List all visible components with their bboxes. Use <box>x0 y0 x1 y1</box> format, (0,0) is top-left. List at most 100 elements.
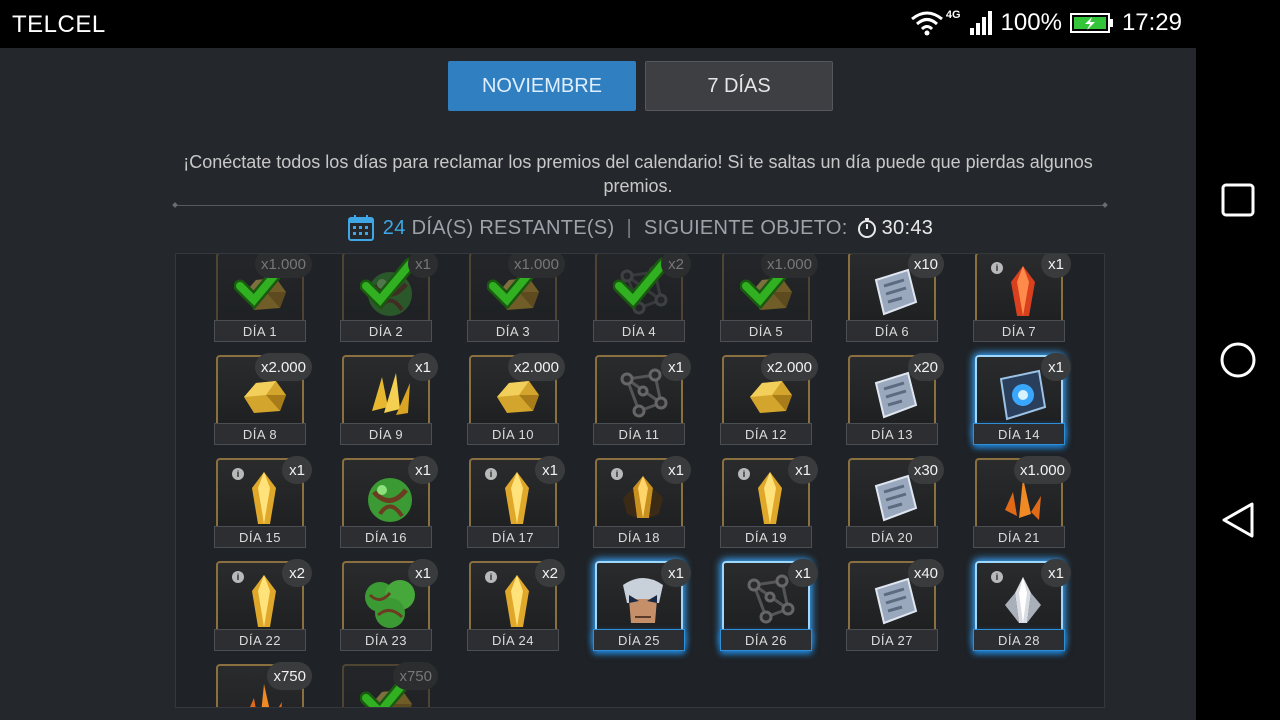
reward-cell-day-23[interactable]: x1 DÍA 23 <box>340 559 438 651</box>
days-remaining-label: DÍA(S) RESTANTE(S) <box>411 216 615 239</box>
reward-cell-day-18[interactable]: i x1 DÍA 18 <box>593 456 691 548</box>
info-icon[interactable]: i <box>611 468 623 480</box>
reward-quantity: x1 <box>788 456 818 484</box>
day-label: DÍA 6 <box>846 320 938 342</box>
reward-cell-day-1[interactable]: x1.000 DÍA 1 <box>214 254 312 342</box>
back-button[interactable] <box>1216 498 1260 542</box>
day-label: DÍA 23 <box>340 629 432 651</box>
info-icon[interactable]: i <box>232 468 244 480</box>
reward-quantity: x1 <box>1041 559 1071 587</box>
reward-cell-day-26[interactable]: x1 DÍA 26 <box>720 559 818 651</box>
silver-crystal-icon <box>995 573 1051 629</box>
day-label: DÍA 13 <box>846 423 938 445</box>
reward-quantity: x1.000 <box>507 254 565 278</box>
reward-quantity: x1 <box>661 559 691 587</box>
clock: 17:29 <box>1121 9 1182 36</box>
reward-cell-day-11[interactable]: x1 DÍA 11 <box>593 353 691 445</box>
reward-cell-day-21[interactable]: x1.000 DÍA 21 <box>973 456 1071 548</box>
reward-cell-day-14[interactable]: x1 DÍA 14 <box>973 353 1071 445</box>
reward-cell-day-2[interactable]: x1 DÍA 2 <box>340 254 438 342</box>
info-icon[interactable]: i <box>738 468 750 480</box>
reward-cell-day-19[interactable]: i x1 DÍA 19 <box>720 456 818 548</box>
day-label: DÍA 5 <box>720 320 812 342</box>
day-label: DÍA 7 <box>973 320 1065 342</box>
tab-7-dias[interactable]: 7 DÍAS <box>645 61 833 111</box>
day-label: DÍA 25 <box>593 629 685 651</box>
day-label: DÍA 4 <box>593 320 685 342</box>
day-label: DÍA 11 <box>593 423 685 445</box>
reward-cell-day-22[interactable]: i x2 DÍA 22 <box>214 559 312 651</box>
reward-cell-day-27[interactable]: x40 DÍA 27 <box>846 559 944 651</box>
reward-cell-day-17[interactable]: i x1 DÍA 17 <box>467 456 565 548</box>
info-icon[interactable]: i <box>991 262 1003 274</box>
back-triangle-icon <box>1222 502 1254 538</box>
carrier-name: TELCEL <box>12 11 106 38</box>
status-icons: 4G 100% 17:29 <box>910 9 1182 37</box>
reward-quantity: x40 <box>907 559 944 587</box>
day-label: DÍA 14 <box>973 423 1065 445</box>
home-button[interactable] <box>1216 338 1260 382</box>
yellow-crystal-icon <box>236 470 292 526</box>
reward-cell-day-15[interactable]: i x1 DÍA 15 <box>214 456 312 548</box>
calendar-tabs: NOVIEMBRE 7 DÍAS <box>448 61 833 111</box>
next-item-label: SIGUIENTE OBJETO: <box>643 216 848 239</box>
stopwatch-icon <box>857 218 876 238</box>
reward-cell-day-30[interactable]: x750 <box>340 662 438 707</box>
reward-quantity: x2.000 <box>507 353 565 381</box>
reward-cell-day-28[interactable]: i x1 DÍA 28 <box>973 559 1071 651</box>
reward-cell-day-4[interactable]: x2 DÍA 4 <box>593 254 691 342</box>
reward-cell-day-6[interactable]: x10 DÍA 6 <box>846 254 944 342</box>
reward-quantity: x20 <box>907 353 944 381</box>
reward-cell-day-16[interactable]: x1 DÍA 16 <box>340 456 438 548</box>
crystal-orb-icon <box>362 470 418 526</box>
day-label: DÍA 28 <box>973 629 1065 651</box>
reward-quantity: x1 <box>408 353 438 381</box>
day-label: DÍA 9 <box>340 423 432 445</box>
calendar-panel: NOVIEMBRE 7 DÍAS ¡Conéctate todos los dí… <box>0 48 1196 720</box>
reward-quantity: x1.000 <box>1013 456 1071 484</box>
day-label: DÍA 22 <box>214 629 306 651</box>
red-crystal-icon <box>995 264 1051 320</box>
next-item-timer: 30:43 <box>881 216 934 239</box>
reward-cell-day-20[interactable]: x30 DÍA 20 <box>846 456 944 548</box>
reward-cell-day-5[interactable]: x1.000 DÍA 5 <box>720 254 818 342</box>
reward-quantity: x1 <box>1041 254 1071 278</box>
day-label: DÍA 15 <box>214 526 306 548</box>
reward-quantity: x2 <box>661 254 691 278</box>
reward-cell-day-9[interactable]: x1 DÍA 9 <box>340 353 438 445</box>
reward-quantity: x2 <box>535 559 565 587</box>
network-type: 4G <box>945 9 961 21</box>
crystal-orbs-icon <box>362 573 418 629</box>
reward-cell-day-8[interactable]: x2.000 DÍA 8 <box>214 353 312 445</box>
day-label: DÍA 12 <box>720 423 812 445</box>
tab-noviembre[interactable]: NOVIEMBRE <box>448 61 636 111</box>
day-label: DÍA 19 <box>720 526 812 548</box>
day-label: DÍA 24 <box>467 629 559 651</box>
status-bar: TELCEL 4G 100% 17:29 <box>0 0 1196 48</box>
reward-cell-day-12[interactable]: x2.000 DÍA 12 <box>720 353 818 445</box>
reward-cell-day-25[interactable]: x1 DÍA 25 <box>593 559 691 651</box>
reward-cell-day-13[interactable]: x20 DÍA 13 <box>846 353 944 445</box>
intro-text: ¡Conéctate todos los días para reclamar … <box>183 152 1093 196</box>
reward-cell-day-29[interactable]: x750 <box>214 662 312 707</box>
android-nav-bar <box>1196 0 1280 720</box>
reward-cell-day-24[interactable]: i x2 DÍA 24 <box>467 559 565 651</box>
day-label: DÍA 26 <box>720 629 812 651</box>
calendar-icon <box>347 215 374 241</box>
info-icon[interactable]: i <box>485 571 497 583</box>
reward-cell-day-3[interactable]: x1.000 DÍA 3 <box>467 254 565 342</box>
wifi-icon <box>910 11 943 36</box>
reward-quantity: x1 <box>661 456 691 484</box>
molecule-icon <box>615 367 671 423</box>
day-label: DÍA 16 <box>340 526 432 548</box>
reward-quantity: x30 <box>907 456 944 484</box>
info-icon[interactable]: i <box>991 571 1003 583</box>
reward-cell-day-10[interactable]: x2.000 DÍA 10 <box>467 353 565 445</box>
info-icon[interactable]: i <box>232 571 244 583</box>
reward-quantity: x1 <box>408 559 438 587</box>
reward-cell-day-7[interactable]: i x1 DÍA 7 <box>973 254 1071 342</box>
yellow-crystal-icon <box>489 470 545 526</box>
remaining-info: 24 DÍA(S) RESTANTE(S) | SIGUIENTE OBJETO… <box>0 214 1280 242</box>
info-icon[interactable]: i <box>485 468 497 480</box>
reward-quantity: x1.000 <box>254 254 312 278</box>
